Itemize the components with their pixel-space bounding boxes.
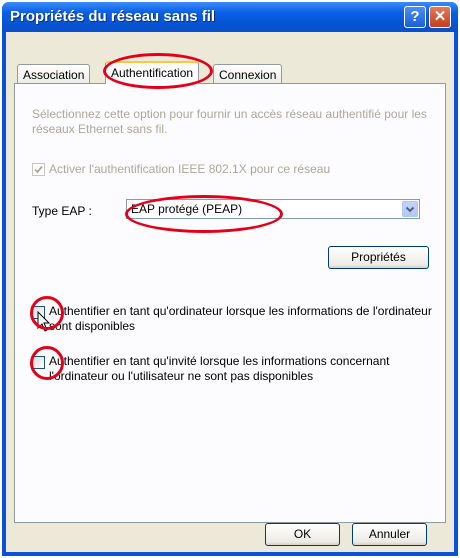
tab-authentification[interactable]: Authentification (105, 61, 200, 84)
checkmark-icon (34, 165, 43, 174)
dropdown-arrow-icon[interactable] (402, 201, 418, 217)
window-title: Propriétés du réseau sans fil (10, 8, 216, 25)
tab-connexion-label: Connexion (219, 68, 277, 82)
tab-authentification-label: Authentification (111, 66, 194, 80)
authentification-panel: Sélectionnez cette option pour fournir u… (14, 83, 446, 523)
eap-type-label: Type EAP : (32, 204, 92, 218)
properties-button[interactable]: Propriétés (328, 246, 429, 269)
eap-type-select[interactable]: EAP protégé (PEAP) (126, 199, 420, 219)
enable-8021x-checkbox[interactable] (32, 163, 45, 176)
guest-auth-checkbox[interactable] (32, 356, 45, 369)
dialog-window: Propriétés du réseau sans fil ? ✕ Associ… (2, 2, 458, 556)
close-icon: ✕ (433, 8, 447, 25)
help-button[interactable]: ? (404, 6, 426, 28)
guest-auth-label[interactable]: Authentifier en tant qu'invité lorsque l… (49, 354, 434, 384)
title-bar[interactable]: Propriétés du réseau sans fil ? ✕ (2, 2, 458, 32)
tab-association-label: Association (23, 68, 85, 82)
help-icon: ? (410, 8, 420, 25)
dialog-client-area: Association Authentification Connexion S… (6, 32, 454, 552)
enable-8021x-label[interactable]: Activer l'authentification IEEE 802.1X p… (49, 162, 330, 176)
eap-type-value: EAP protégé (PEAP) (131, 202, 243, 216)
tab-association[interactable]: Association (17, 64, 91, 84)
tab-connexion[interactable]: Connexion (213, 64, 283, 84)
close-button[interactable]: ✕ (429, 6, 451, 28)
computer-auth-label[interactable]: Authentifier en tant qu'ordinateur lorsq… (49, 304, 434, 334)
ok-button[interactable]: OK (265, 523, 340, 546)
mouse-cursor-icon (37, 311, 51, 332)
cancel-button[interactable]: Annuler (352, 523, 427, 546)
description-text: Sélectionnez cette option pour fournir u… (32, 107, 427, 136)
